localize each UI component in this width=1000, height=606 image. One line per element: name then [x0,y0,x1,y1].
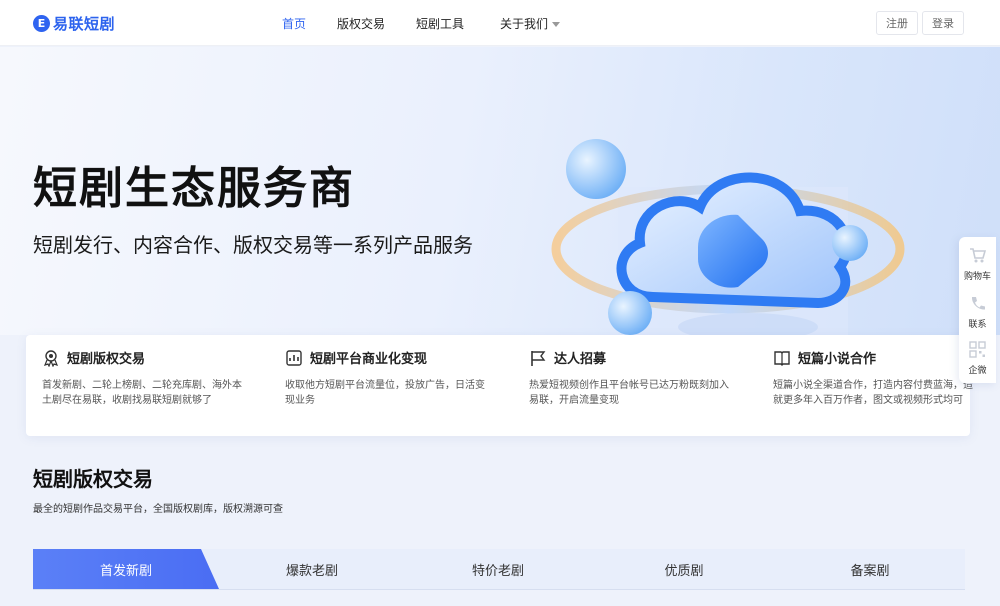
logo-mark-icon: E [33,14,50,32]
tab-new-release[interactable]: 首发新剧 [33,549,219,589]
top-header: E 易联短剧 首页 版权交易 短剧工具 关于我们 注册 登录 [0,0,1000,46]
login-button[interactable]: 登录 [922,11,964,35]
feature-card-novel[interactable]: 短篇小说合作 短篇小说全渠道合作，打造内容付费蓝海，造就更多年入百万作者，图文或… [757,335,977,436]
feature-title: 达人招募 [554,352,607,367]
feature-desc: 短篇小说全渠道合作，打造内容付费蓝海，造就更多年入百万作者，图文或视频形式均可 [773,380,973,406]
feature-head: 短剧版权交易 [42,348,145,367]
nav-about-us-label: 关于我们 [500,17,549,31]
feature-desc: 热爱短视频创作且平台帐号已达万粉既刻加入易联，开启流量变现 [529,380,729,406]
section-subtitle: 最全的短剧作品交易平台，全国版权剧库，版权溯源可查 [33,504,283,515]
feature-card-copyright[interactable]: 短剧版权交易 首发新剧、二轮上榜剧、二轮充库剧、海外本土剧尽在易联，收剧找易联短… [26,335,246,436]
sidebar-item-label: 企微 [968,366,987,376]
hero-title: 短剧生态服务商 [33,163,355,214]
sidebar-item-wecom[interactable]: 企微 [959,333,996,379]
sidebar-item-label: 购物车 [963,272,991,282]
cart-icon [970,248,986,263]
tab-quality[interactable]: 优质剧 [591,549,777,589]
feature-card-monetization[interactable]: 短剧平台商业化变现 收取他方短剧平台流量位，投放广告，日活变现业务 [269,335,489,436]
logo[interactable]: E 易联短剧 [33,12,115,34]
book-icon [774,350,790,366]
nav-drama-tools[interactable]: 短剧工具 [416,15,464,32]
feature-desc: 首发新剧、二轮上榜剧、二轮充库剧、海外本土剧尽在易联，收剧找易联短剧就够了 [42,380,242,406]
sidebar-item-contact[interactable]: 联系 [959,287,996,333]
document-chart-icon [286,349,302,366]
feature-card-influencer[interactable]: 达人招募 热爱短视频创作且平台帐号已达万粉既刻加入易联，开启流量变现 [513,335,733,436]
nav-copyright-trading[interactable]: 版权交易 [337,15,385,32]
cloud-play-illustration [551,139,905,335]
tab-registered[interactable]: 备案剧 [777,549,963,589]
nav-about-us[interactable]: 关于我们 [500,15,561,32]
section-title: 短剧版权交易 [33,467,153,491]
phone-icon [971,297,985,310]
feature-head: 短篇小说合作 [773,348,876,367]
nav-home[interactable]: 首页 [282,15,306,32]
tab-discount-classics[interactable]: 特价老剧 [405,549,591,589]
tab-hit-classics[interactable]: 爆款老剧 [219,549,405,589]
floating-sidebar: 购物车 联系 企微 [959,237,996,383]
feature-title: 短剧平台商业化变现 [310,352,428,367]
feature-title: 短篇小说合作 [798,352,877,367]
chevron-down-icon [552,22,561,27]
hero-banner: 短剧生态服务商 短剧发行、内容合作、版权交易等一系列产品服务 [0,47,1000,335]
feature-desc: 收取他方短剧平台流量位，投放广告，日活变现业务 [285,380,485,406]
feature-head: 达人招募 [529,348,606,367]
feature-head: 短剧平台商业化变现 [285,348,427,367]
feature-cards: 短剧版权交易 首发新剧、二轮上榜剧、二轮充库剧、海外本土剧尽在易联，收剧找易联短… [26,335,973,436]
sidebar-item-label: 联系 [968,320,987,330]
sidebar-item-cart[interactable]: 购物车 [959,239,996,285]
qrcode-icon [969,341,986,358]
register-button[interactable]: 注册 [876,11,918,35]
hero-subtitle: 短剧发行、内容合作、版权交易等一系列产品服务 [33,233,473,257]
logo-text: 易联短剧 [53,14,116,33]
feature-title: 短剧版权交易 [67,352,146,367]
drama-category-tabs: 首发新剧 爆款老剧 特价老剧 优质剧 备案剧 [33,549,965,590]
award-icon [43,349,59,367]
flag-icon [531,350,546,366]
